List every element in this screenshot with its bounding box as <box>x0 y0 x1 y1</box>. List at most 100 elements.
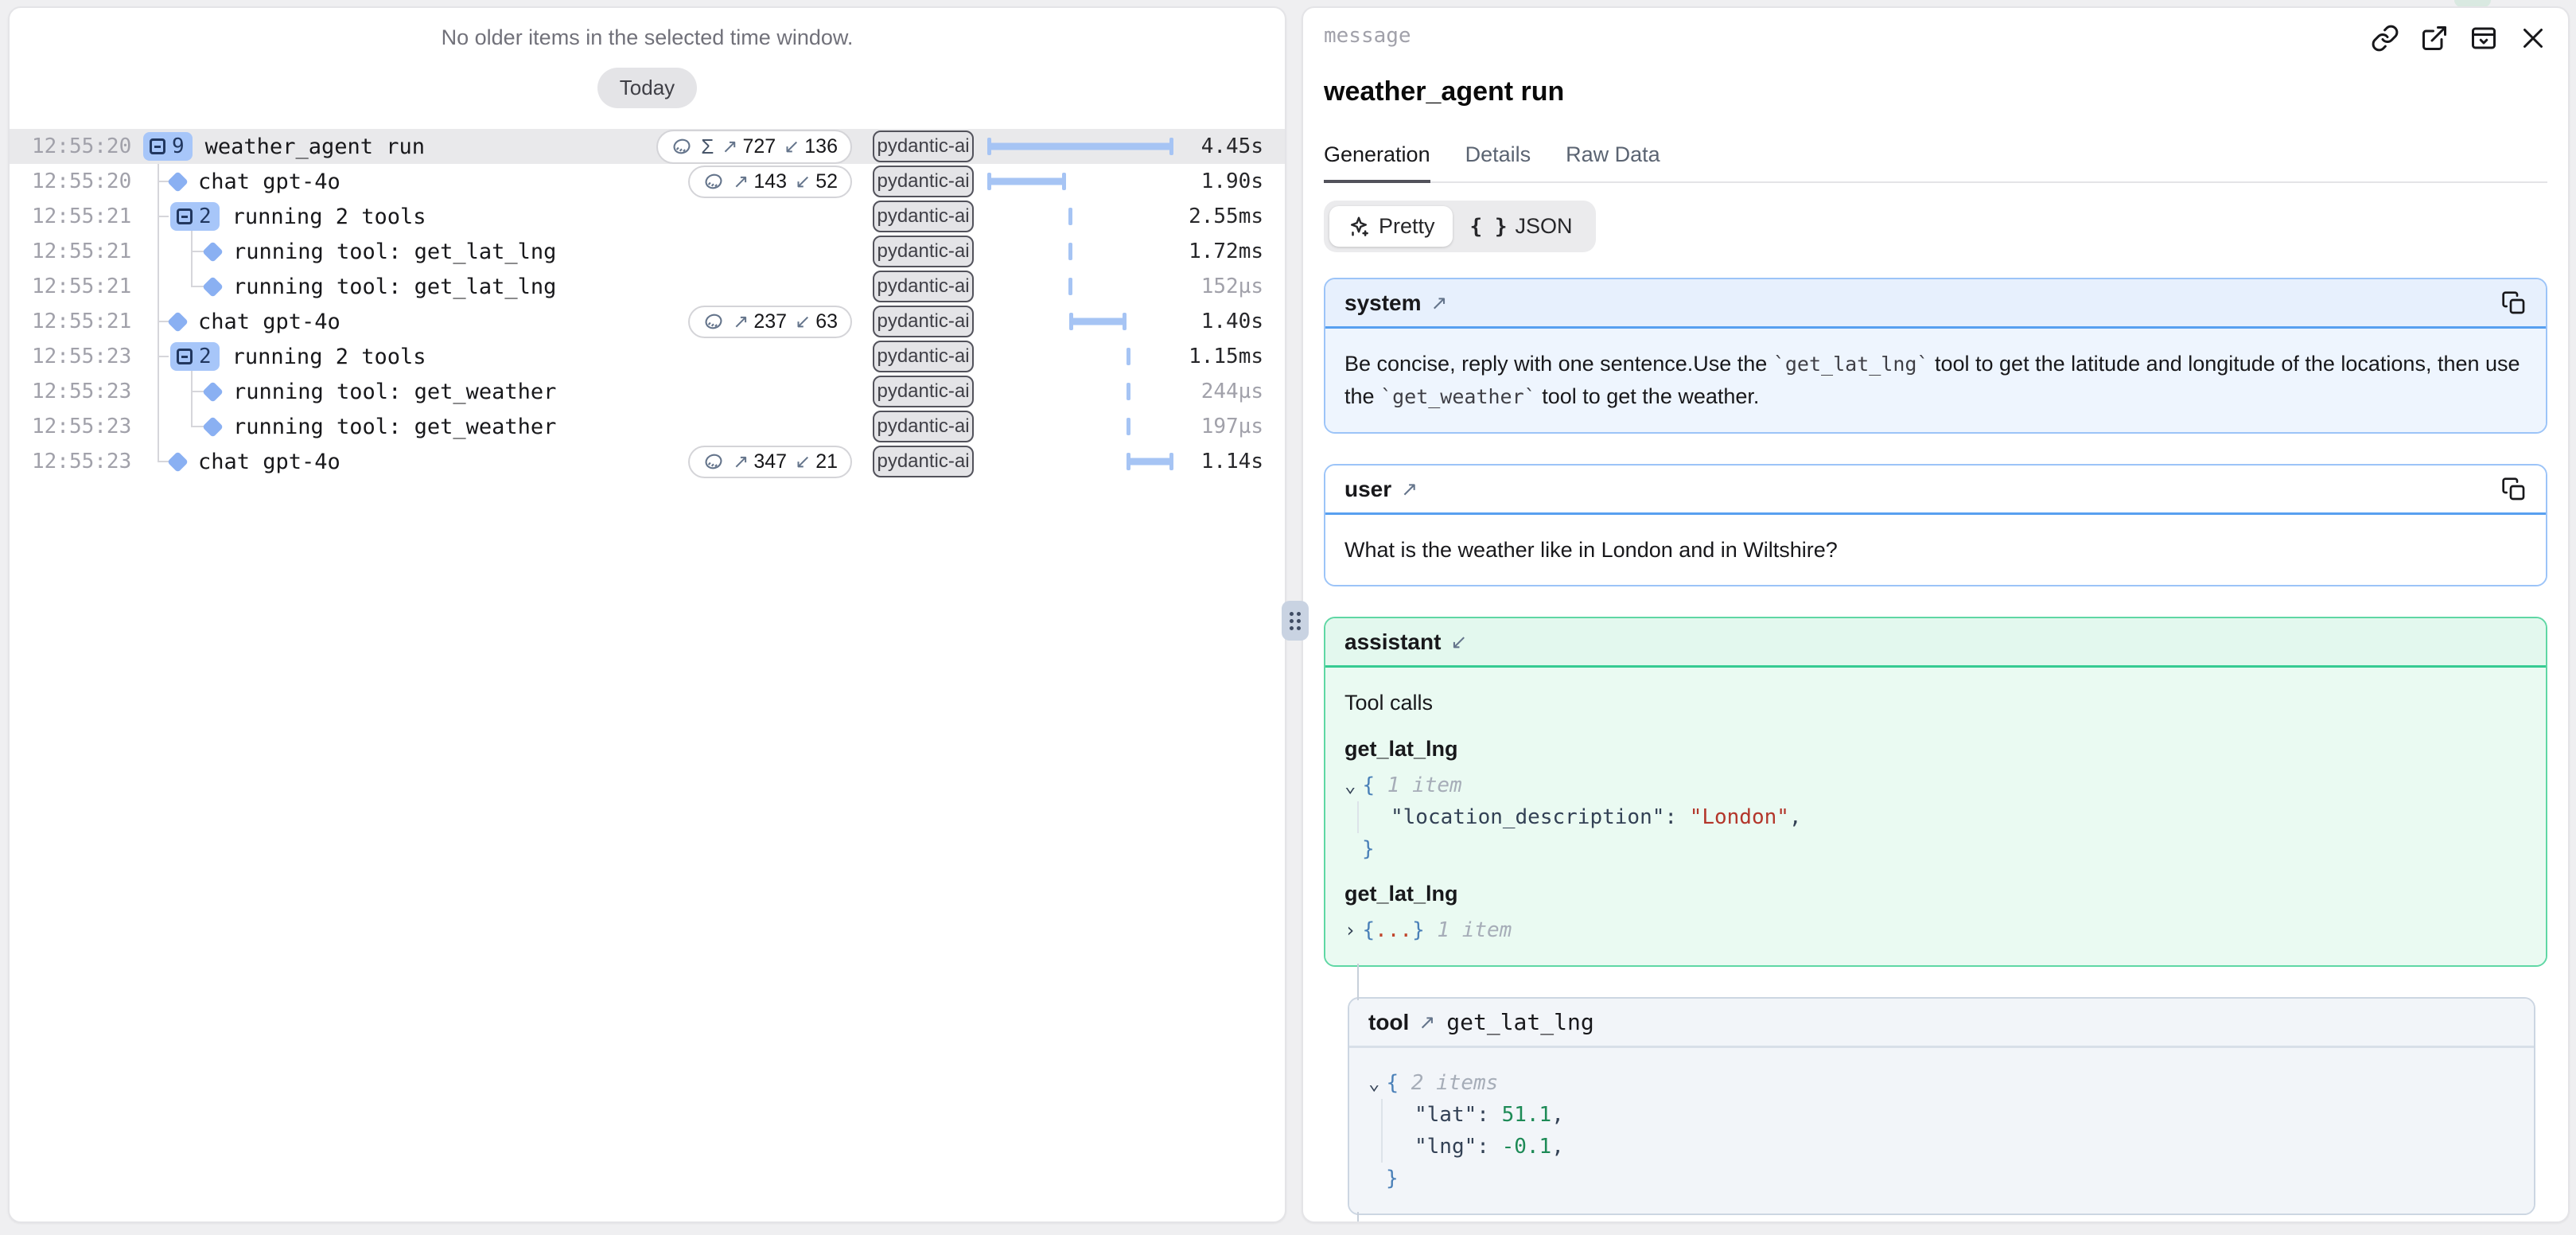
collapse-badge[interactable]: 2 <box>170 342 220 371</box>
trace-row-tree: 2running 2 tools <box>129 342 873 371</box>
direction-arrow-icon: ↗ <box>1418 1011 1435 1034</box>
scope-tag: pydantic-ai <box>873 306 974 337</box>
json-line: "location_description": "London", <box>1357 801 2527 833</box>
json-line: "lat": 51.1, <box>1381 1099 2515 1131</box>
json-token: } <box>1386 1163 1399 1194</box>
trace-row-tree: running tool: get_weather <box>129 415 873 439</box>
dock-panel-icon[interactable] <box>2469 24 2498 53</box>
trace-row-tree: running tool: get_weather <box>129 380 873 404</box>
tab-raw-data[interactable]: Raw Data <box>1566 142 1660 183</box>
json-expand-chevron-icon[interactable]: ⌄ <box>1344 769 1356 801</box>
bar-tick <box>1127 348 1130 365</box>
message-panel-tool: tool↗get_lat_lng ⌄{ 2 items"lat": 51.1,"l… <box>1348 997 2535 1215</box>
trace-row-timestamp: 12:55:21 <box>10 205 129 228</box>
bar-tick <box>1068 278 1072 295</box>
trace-row[interactable]: 12:55:21chat gpt-4o↗237↙63pydantic-ai1.4… <box>10 304 1285 339</box>
json-expand-chevron-icon[interactable]: ⌄ <box>1368 1067 1379 1099</box>
trace-row[interactable]: 12:55:209weather_agent runΣ↗727↙136pydan… <box>10 129 1285 164</box>
close-icon[interactable] <box>2519 24 2547 53</box>
trace-row-timestamp: 12:55:20 <box>10 134 129 158</box>
token-usage-badge: Σ↗727↙136 <box>656 130 852 164</box>
bar-tick <box>1127 418 1130 435</box>
tokens-out-arrow-icon: ↙ <box>795 450 811 473</box>
json-token: 2 items <box>1399 1067 1498 1099</box>
panel-gap <box>1324 1215 2547 1223</box>
tokens-in-count: 237 <box>753 310 787 333</box>
duration-bar <box>987 409 1173 444</box>
open-external-icon[interactable] <box>2420 24 2449 53</box>
json-line: ⌄{ 2 items <box>1368 1067 2515 1099</box>
trace-row[interactable]: 12:55:21running tool: get_lat_lngpydanti… <box>10 269 1285 304</box>
duration-bar <box>987 444 1173 479</box>
tokens-out-count: 21 <box>815 450 838 473</box>
json-expand-chevron-icon[interactable]: › <box>1344 914 1356 946</box>
trace-row[interactable]: 12:55:21 2 running 2 tools pydantic-ai 2.55m… <box>10 199 1285 234</box>
json-token: 1 item <box>1425 914 1512 946</box>
tokens-out-arrow-icon: ↙ <box>784 135 800 158</box>
inline-code: `get_lat_lng` <box>1773 353 1929 376</box>
json-token: { <box>1362 769 1375 801</box>
span-diamond-icon <box>167 451 189 473</box>
json-label: JSON <box>1516 214 1573 239</box>
trace-row[interactable]: 12:55:23running tool: get_weatherpydanti… <box>10 374 1285 409</box>
copy-icon[interactable] <box>2501 477 2527 502</box>
today-button[interactable]: Today <box>597 68 697 108</box>
duration-bar <box>987 164 1173 199</box>
collapse-minus-icon <box>150 138 165 154</box>
bar-cap <box>1062 173 1066 190</box>
scope-tag: pydantic-ai <box>873 446 974 477</box>
collapse-count: 2 <box>199 205 212 228</box>
message-panel-system: system↗Be concise, reply with one senten… <box>1324 278 2547 434</box>
tab-generation[interactable]: Generation <box>1324 142 1430 183</box>
copy-link-icon[interactable] <box>2371 24 2399 53</box>
trace-row-tree: chat gpt-4o <box>129 450 688 474</box>
trace-row-tree: running tool: get_lat_lng <box>129 240 873 264</box>
tab-details[interactable]: Details <box>1465 142 1531 183</box>
trace-row-name: running tool: get_lat_lng <box>233 240 556 264</box>
tokens-in-arrow-icon: ↗ <box>733 450 749 473</box>
trace-row-name: running 2 tools <box>232 205 426 229</box>
json-token: "London" <box>1690 801 1789 833</box>
collapse-badge[interactable]: 2 <box>170 202 220 231</box>
trace-row[interactable]: 12:55:23chat gpt-4o↗347↙21pydantic-ai1.1… <box>10 444 1285 479</box>
trace-row[interactable]: 12:55:21running tool: get_lat_lngpydanti… <box>10 234 1285 269</box>
tokens-in-arrow-icon: ↗ <box>733 170 749 193</box>
pretty-toggle-button[interactable]: Pretty <box>1329 206 1453 247</box>
message-panel-header-assistant[interactable]: assistant↙ <box>1325 618 2546 668</box>
json-token: } <box>1362 833 1375 865</box>
panel-splitter-handle[interactable] <box>1282 601 1309 641</box>
bar-tick <box>1068 208 1072 225</box>
span-diamond-icon <box>167 311 189 333</box>
coin-icon <box>671 135 693 158</box>
message-panel-header-tool[interactable]: tool↗get_lat_lng <box>1349 999 2534 1048</box>
duration-label: 2.55ms <box>1173 205 1263 228</box>
message-panel-header-system[interactable]: system↗ <box>1325 279 2546 329</box>
trace-row[interactable]: 12:55:232running 2 toolspydantic-ai1.15m… <box>10 339 1285 374</box>
trace-row[interactable]: 12:55:23running tool: get_weatherpydanti… <box>10 409 1285 444</box>
json-toggle-button[interactable]: { } JSON <box>1453 206 1590 247</box>
json-token: 51.1 <box>1502 1099 1552 1131</box>
sparkles-icon <box>1347 215 1371 239</box>
tokens-out-count: 63 <box>815 310 838 333</box>
copy-icon[interactable] <box>2501 290 2527 316</box>
json-token: } <box>1412 914 1425 946</box>
trace-row-timestamp: 12:55:23 <box>10 380 129 403</box>
trace-row[interactable]: 12:55:20chat gpt-4o↗143↙52pydantic-ai1.9… <box>10 164 1285 199</box>
collapse-badge[interactable]: 9 <box>143 132 193 161</box>
message-panel-header-user[interactable]: user↗ <box>1325 466 2546 515</box>
bar-tick <box>1127 383 1130 400</box>
json-line: "lng": -0.1, <box>1381 1131 2515 1163</box>
coin-icon <box>702 310 725 333</box>
json-line: } <box>1386 1163 2515 1194</box>
token-usage-badge: ↗143↙52 <box>688 166 852 198</box>
direction-arrow-icon: ↗ <box>1401 477 1418 501</box>
trace-row-timestamp: 12:55:23 <box>10 450 129 473</box>
trace-row-timestamp: 12:55:21 <box>10 275 129 298</box>
trace-row-timestamp: 12:55:23 <box>10 345 129 368</box>
trace-row-name: running tool: get_weather <box>233 415 556 439</box>
trace-panel: No older items in the selected time wind… <box>8 6 1286 1223</box>
duration-label: 244µs <box>1173 380 1263 403</box>
duration-bar <box>987 304 1173 339</box>
scope-tag: pydantic-ai <box>873 201 974 232</box>
json-token: , <box>1551 1099 1564 1131</box>
